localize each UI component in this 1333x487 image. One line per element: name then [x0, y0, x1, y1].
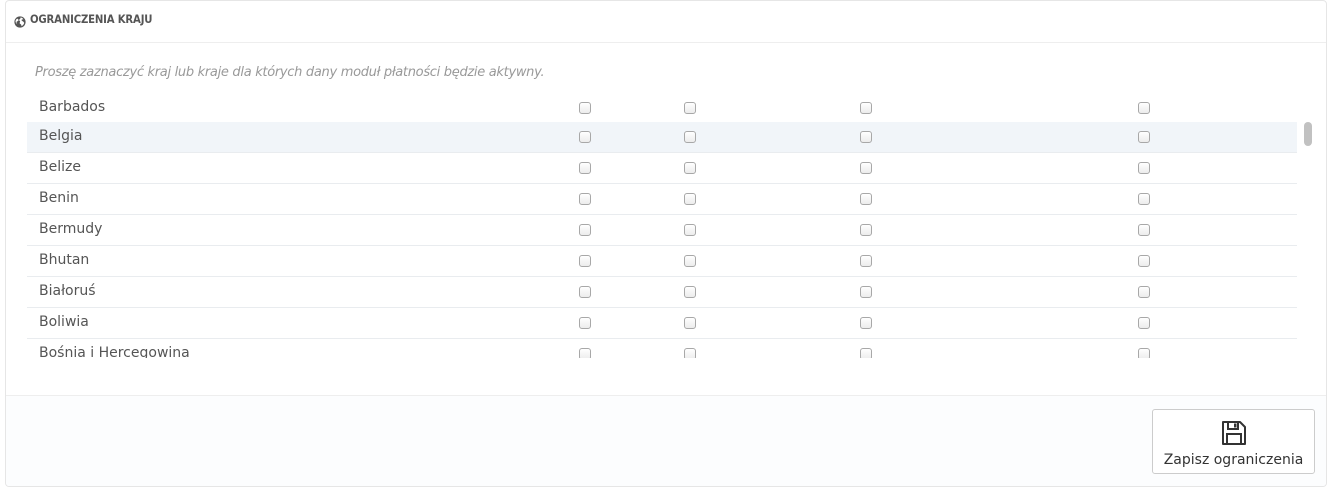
checkbox[interactable] [579, 131, 591, 143]
country-restrictions-panel: OGRANICZENIA KRAJU Proszę zaznaczyć kraj… [5, 0, 1327, 487]
country-name: Barbados [39, 99, 106, 115]
checkbox[interactable] [860, 348, 872, 358]
checkbox[interactable] [684, 317, 696, 329]
checkbox[interactable] [684, 131, 696, 143]
table-row: Belgia [27, 122, 1297, 153]
checkbox[interactable] [684, 224, 696, 236]
checkbox[interactable] [684, 348, 696, 358]
checkbox[interactable] [579, 224, 591, 236]
checkbox[interactable] [684, 193, 696, 205]
checkbox[interactable] [1138, 255, 1150, 267]
country-name: Białoruś [39, 283, 96, 299]
table-row: Białoruś [27, 277, 1297, 308]
checkbox[interactable] [684, 162, 696, 174]
checkbox[interactable] [1138, 224, 1150, 236]
country-name: Bośnia i Hercegowina [39, 345, 190, 358]
country-table: Barbados Belgia Belize Benin Bermudy Bhu… [27, 93, 1314, 358]
checkbox[interactable] [579, 255, 591, 267]
panel-title: OGRANICZENIA KRAJU [30, 12, 153, 26]
panel-heading: OGRANICZENIA KRAJU [6, 1, 1326, 43]
checkbox[interactable] [860, 317, 872, 329]
checkbox[interactable] [860, 102, 872, 114]
table-scrollbar[interactable] [1301, 98, 1315, 358]
scrollbar-thumb[interactable] [1304, 122, 1312, 146]
panel-footer: Zapisz ograniczenia [6, 395, 1326, 486]
checkbox[interactable] [579, 193, 591, 205]
checkbox[interactable] [1138, 286, 1150, 298]
checkbox[interactable] [860, 255, 872, 267]
country-name: Bhutan [39, 252, 90, 268]
country-name: Benin [39, 190, 79, 206]
help-text: Proszę zaznaczyć kraj lub kraje dla któr… [35, 65, 545, 80]
country-name: Belize [39, 159, 81, 175]
table-row: Bermudy [27, 215, 1297, 246]
table-row: Barbados [27, 93, 1297, 124]
table-row: Benin [27, 184, 1297, 215]
globe-icon [14, 13, 26, 28]
heading-inner: OGRANICZENIA KRAJU [14, 12, 169, 28]
floppy-disk-icon [1220, 419, 1248, 447]
checkbox[interactable] [579, 102, 591, 114]
checkbox[interactable] [1138, 131, 1150, 143]
checkbox[interactable] [579, 162, 591, 174]
checkbox[interactable] [579, 348, 591, 358]
checkbox[interactable] [1138, 102, 1150, 114]
checkbox[interactable] [860, 224, 872, 236]
checkbox[interactable] [1138, 348, 1150, 358]
checkbox[interactable] [860, 193, 872, 205]
save-button-label: Zapisz ograniczenia [1163, 452, 1304, 468]
country-name: Boliwia [39, 314, 89, 330]
checkbox[interactable] [1138, 317, 1150, 329]
table-row: Boliwia [27, 308, 1297, 339]
checkbox[interactable] [684, 102, 696, 114]
checkbox[interactable] [684, 286, 696, 298]
checkbox[interactable] [860, 162, 872, 174]
checkbox[interactable] [860, 286, 872, 298]
checkbox[interactable] [579, 286, 591, 298]
checkbox[interactable] [1138, 193, 1150, 205]
save-restrictions-button[interactable]: Zapisz ograniczenia [1152, 409, 1315, 474]
checkbox[interactable] [684, 255, 696, 267]
country-name: Bermudy [39, 221, 103, 237]
table-row: Belize [27, 153, 1297, 184]
table-row: Bhutan [27, 246, 1297, 277]
checkbox[interactable] [1138, 162, 1150, 174]
table-row: Bośnia i Hercegowina [27, 339, 1297, 358]
checkbox[interactable] [579, 317, 591, 329]
country-name: Belgia [39, 128, 83, 144]
checkbox[interactable] [860, 131, 872, 143]
